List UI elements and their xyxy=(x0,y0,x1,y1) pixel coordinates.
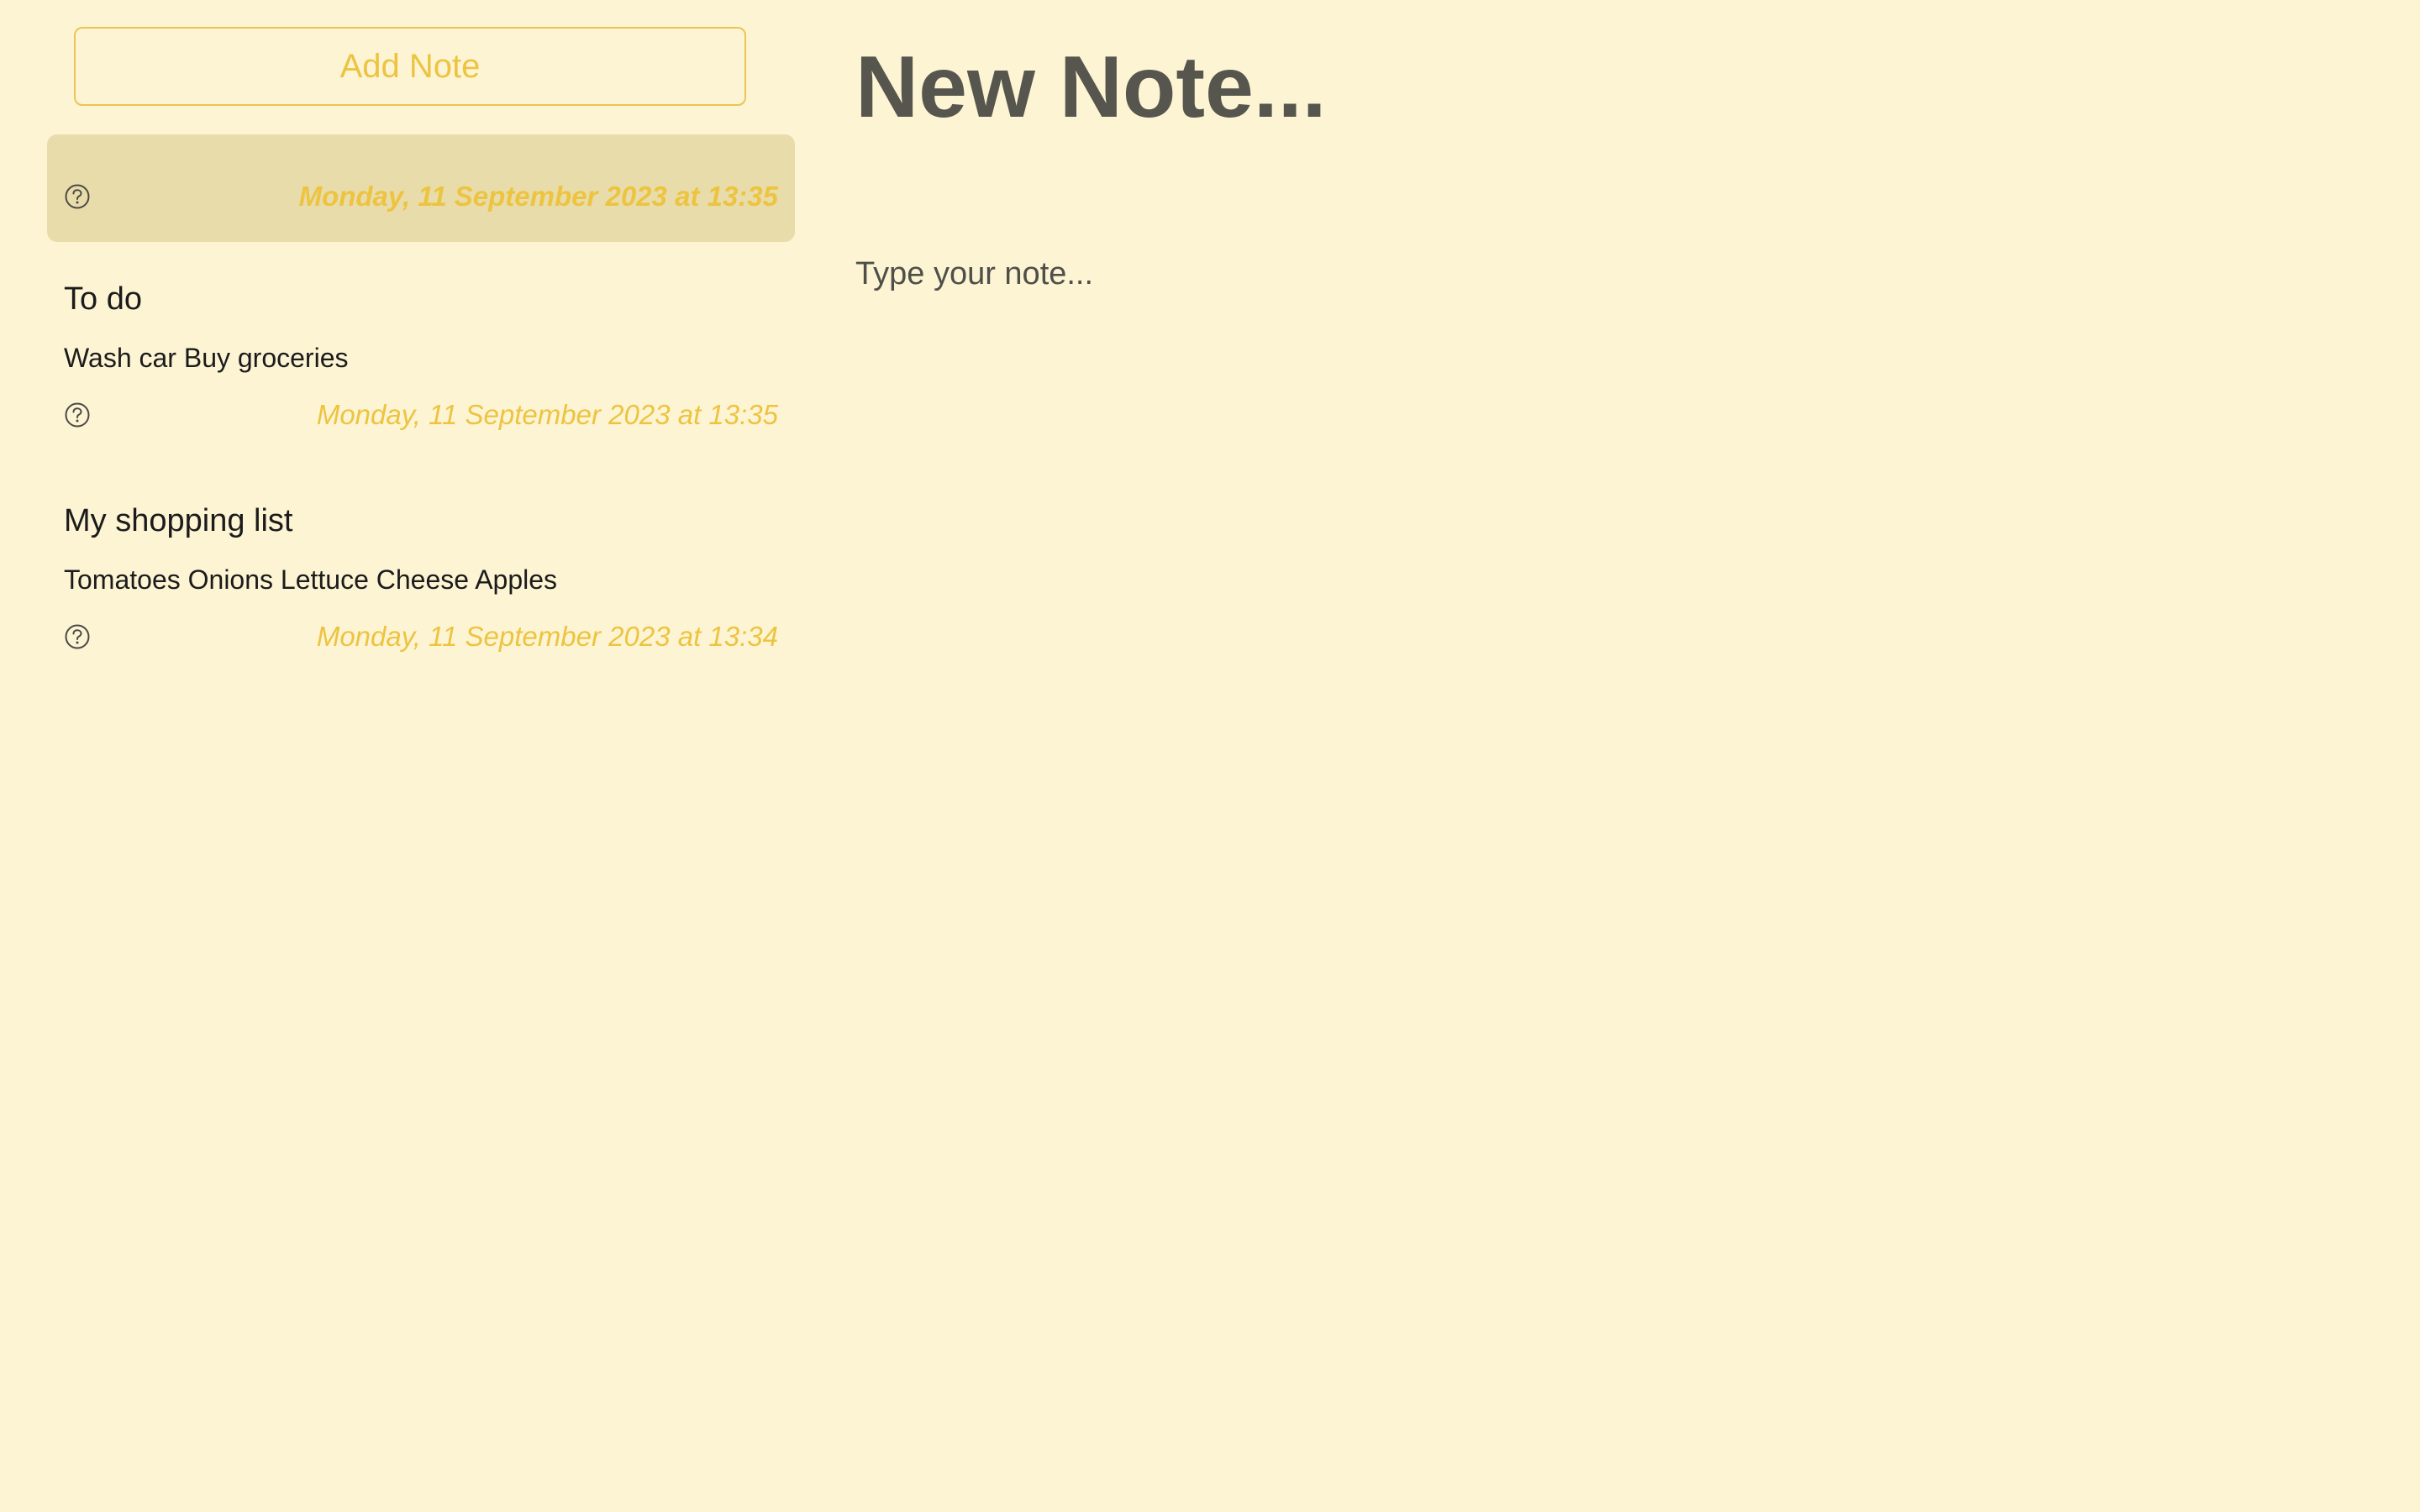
note-meta: Monday, 11 September 2023 at 13:35 xyxy=(64,398,778,432)
note-editor: New Note... Type your note... xyxy=(855,0,2368,1512)
note-preview: Tomatoes Onions Lettuce Cheese Apples xyxy=(64,564,558,595)
help-circle-icon[interactable] xyxy=(64,623,91,650)
add-note-button[interactable]: Add Note xyxy=(74,27,746,106)
note-title: To do xyxy=(64,281,142,317)
help-circle-icon[interactable] xyxy=(64,402,91,428)
note-preview: Wash car Buy groceries xyxy=(64,343,349,373)
note-date: Monday, 11 September 2023 at 13:35 xyxy=(316,399,778,430)
notes-app: Add Note Monday, 11 September 2023 at 13… xyxy=(0,0,2420,1512)
note-list: Monday, 11 September 2023 at 13:35 To do… xyxy=(47,134,795,685)
note-title: My shopping list xyxy=(64,503,293,538)
note-meta: Monday, 11 September 2023 at 13:35 xyxy=(64,180,778,213)
note-title-input[interactable]: New Note... xyxy=(855,37,1327,138)
note-body-input[interactable]: Type your note... xyxy=(855,254,1093,294)
note-item-selected[interactable]: Monday, 11 September 2023 at 13:35 xyxy=(47,134,795,242)
note-meta: Monday, 11 September 2023 at 13:34 xyxy=(64,620,778,654)
help-circle-icon[interactable] xyxy=(64,183,91,210)
sidebar: Add Note Monday, 11 September 2023 at 13… xyxy=(0,0,807,1512)
note-item[interactable]: My shopping list Tomatoes Onions Lettuce… xyxy=(47,464,795,685)
note-date: Monday, 11 September 2023 at 13:34 xyxy=(316,621,778,652)
note-item[interactable]: To do Wash car Buy groceries Monday, 11 … xyxy=(47,242,795,464)
note-date: Monday, 11 September 2023 at 13:35 xyxy=(298,181,778,212)
